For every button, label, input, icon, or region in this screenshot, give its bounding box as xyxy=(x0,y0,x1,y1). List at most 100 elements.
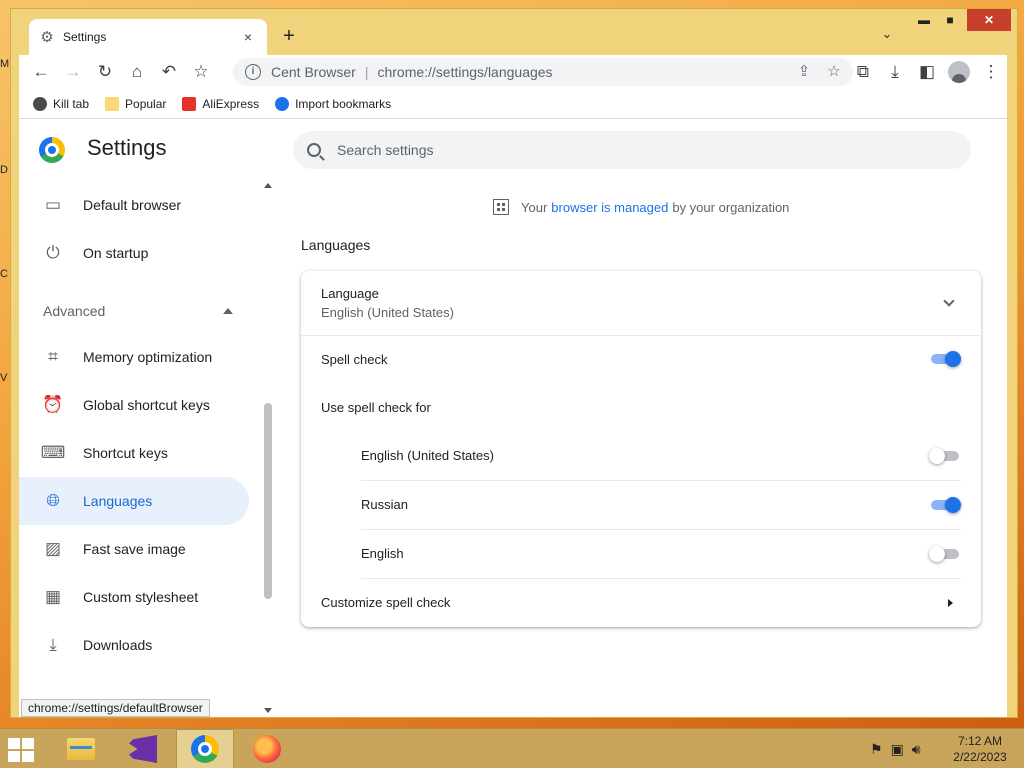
sidebar-item-global-shortcut-keys[interactable]: ⏰ Global shortcut keys xyxy=(19,381,249,429)
aliexpress-icon xyxy=(182,96,197,111)
flag-icon[interactable]: ⚑ xyxy=(870,741,883,758)
languages-card: Language English (United States) Spell c… xyxy=(301,271,981,627)
sidebar-item-label: Global shortcut keys xyxy=(83,397,210,413)
download-icon: ⤓ xyxy=(49,635,57,654)
spell-check-toggle[interactable] xyxy=(929,349,961,369)
sidebar-item-on-startup[interactable]: ⏻ On startup xyxy=(19,229,249,277)
language-row[interactable]: Language English (United States) xyxy=(301,271,981,335)
sidebar-item-languages[interactable]: 🌐︎ Languages xyxy=(19,477,249,525)
desktop-icon-fragment: C xyxy=(0,268,8,280)
file-explorer-icon xyxy=(67,738,95,760)
new-tab-button[interactable]: + xyxy=(277,25,301,49)
image-icon: ▨ xyxy=(44,539,62,558)
spell-language-row: Russian xyxy=(301,480,981,529)
minimize-button[interactable]: ▬ xyxy=(911,9,937,31)
spell-check-row: Spell check xyxy=(301,335,981,383)
stylesheet-icon: ▦ xyxy=(44,587,62,606)
bookmark-aliexpress[interactable]: AliExpress xyxy=(182,96,259,111)
folder-icon xyxy=(105,96,120,111)
crop-screenshot-icon[interactable]: ⧉ xyxy=(847,57,879,87)
spell-language-toggle-english[interactable] xyxy=(929,544,961,564)
forward-arrow-icon[interactable]: → xyxy=(57,57,89,87)
customize-spell-check-label: Customize spell check xyxy=(321,595,451,610)
page-title: Settings xyxy=(87,135,167,160)
managed-prefix: Your xyxy=(521,199,548,215)
browser-window-icon: ▭ xyxy=(44,195,62,214)
start-button[interactable] xyxy=(6,737,38,763)
desktop-icon-fragment: D xyxy=(0,164,8,176)
side-panel-icon[interactable]: ◧ xyxy=(911,57,943,87)
sidebar-scrollbar[interactable] xyxy=(261,177,275,717)
scrollbar-thumb[interactable] xyxy=(264,403,272,599)
spell-language-row: English (United States) xyxy=(301,431,981,480)
scroll-up-arrow-icon[interactable] xyxy=(264,183,272,188)
taskbar-firefox[interactable] xyxy=(238,729,296,768)
bookmark-import[interactable]: Import bookmarks xyxy=(275,96,391,111)
address-separator: | xyxy=(364,64,369,80)
home-icon[interactable]: ⌂ xyxy=(121,57,153,87)
tab-settings[interactable]: ⚙ Settings × xyxy=(29,19,267,55)
taskbar-file-explorer[interactable] xyxy=(52,729,110,768)
taskbar-cent-browser[interactable] xyxy=(176,729,234,768)
download-icon[interactable]: ⤓ xyxy=(879,57,911,87)
info-icon[interactable]: i xyxy=(245,64,261,80)
sidebar-item-fast-save-image[interactable]: ▨ Fast save image xyxy=(19,525,249,573)
maximize-button[interactable]: ■ xyxy=(937,9,963,31)
back-arrow-icon[interactable]: ← xyxy=(25,57,57,87)
chevron-down-icon[interactable] xyxy=(943,295,955,307)
customize-spell-check-row[interactable]: Customize spell check xyxy=(301,578,981,627)
sidebar-item-label: Fast save image xyxy=(83,541,186,557)
search-settings-input[interactable]: Search settings xyxy=(293,131,971,169)
site-label: Cent Browser xyxy=(271,64,356,80)
tab-close-button[interactable]: × xyxy=(239,29,257,45)
sidebar-item-custom-stylesheet[interactable]: ▦ Custom stylesheet xyxy=(19,573,249,621)
share-icon[interactable]: ⇪ xyxy=(791,61,817,83)
alarm-clock-icon: ⏰ xyxy=(42,395,64,414)
taskbar-visual-studio[interactable] xyxy=(114,729,172,768)
status-url-tooltip: chrome://settings/defaultBrowser xyxy=(21,699,210,717)
tab-search-chevron-icon[interactable]: ⌄ xyxy=(875,26,899,48)
managed-notice: Your browser is managed by your organiza… xyxy=(493,199,789,215)
spell-language-toggle-russian[interactable] xyxy=(929,495,961,515)
clock-time: 7:12 AM xyxy=(957,734,1003,748)
spell-check-label: Spell check xyxy=(321,351,388,367)
language-value: English (United States) xyxy=(321,305,454,320)
scroll-down-arrow-icon[interactable] xyxy=(264,708,272,713)
managed-link[interactable]: browser is managed xyxy=(551,200,668,215)
sidebar-item-shortcut-keys[interactable]: ⌨ Shortcut keys xyxy=(19,429,249,477)
bookmark-star-icon[interactable]: ☆ xyxy=(185,57,217,87)
address-bar[interactable]: i Cent Browser | chrome://settings/langu… xyxy=(233,58,853,86)
speaker-icon[interactable]: 🔊︎ xyxy=(912,741,921,758)
sidebar-item-label: Shortcut keys xyxy=(83,445,168,461)
sidebar-item-label: Default browser xyxy=(83,197,182,213)
profile-avatar-icon[interactable] xyxy=(948,61,970,83)
network-icon[interactable]: ▣ xyxy=(891,741,904,758)
sidebar-item-label: On startup xyxy=(83,245,149,261)
reload-icon[interactable]: ↻ xyxy=(89,57,121,87)
sidebar-item-memory-optimization[interactable]: ⌗ Memory optimization xyxy=(19,333,249,381)
browser-window: ⚙ Settings × + ⌄ ▬ ■ ✕ ← → ↻ ⌂ ↶ ☆ i Cen… xyxy=(10,8,1018,718)
kill-tab-icon xyxy=(33,96,47,111)
bookmark-popular[interactable]: Popular xyxy=(105,96,166,111)
managed-suffix: by your organization xyxy=(672,199,790,215)
clock[interactable]: 7:12 AM 2/22/2023 xyxy=(944,733,1016,765)
spell-language-toggle-english-us[interactable] xyxy=(929,446,961,466)
gear-icon: ⚙ xyxy=(40,29,54,46)
arrow-right-icon xyxy=(948,598,953,607)
advanced-label: Advanced xyxy=(43,303,106,319)
sidebar-item-downloads[interactable]: ⤓ Downloads xyxy=(19,621,249,669)
url-text[interactable]: chrome://settings/languages xyxy=(377,64,552,80)
menu-kebab-icon[interactable]: ⋮ xyxy=(975,57,1007,87)
section-title: Languages xyxy=(301,237,371,253)
spell-language-label: Russian xyxy=(361,497,408,512)
close-window-button[interactable]: ✕ xyxy=(967,9,1011,31)
sidebar-advanced-toggle[interactable]: Advanced xyxy=(19,287,249,335)
bookmark-page-star-icon[interactable]: ☆ xyxy=(821,61,847,83)
bookmark-kill-tab[interactable]: Kill tab xyxy=(33,96,89,111)
spell-language-label: English (United States) xyxy=(361,448,494,463)
sidebar-item-default-browser[interactable]: ▭ Default browser xyxy=(19,181,249,229)
spell-language-label: English xyxy=(361,546,404,561)
clock-date: 2/22/2023 xyxy=(953,750,1007,764)
undo-close-tab-icon[interactable]: ↶ xyxy=(153,57,185,87)
sidebar-item-label: Memory optimization xyxy=(83,349,213,365)
